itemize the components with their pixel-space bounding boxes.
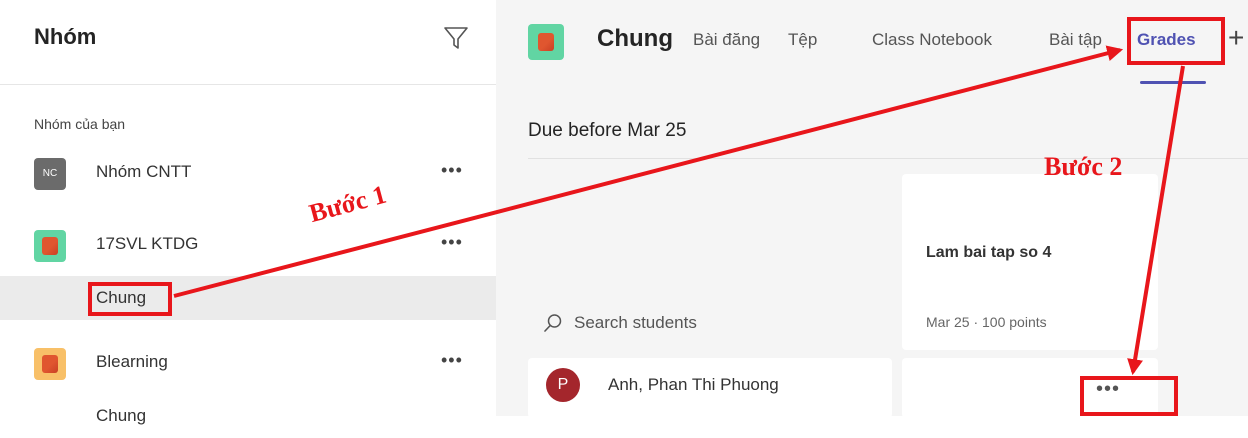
sidebar-title: Nhóm <box>34 24 97 49</box>
tab-class-notebook[interactable]: Class Notebook <box>872 30 992 50</box>
team-avatar: NC <box>34 158 66 190</box>
tab-bai-dang[interactable]: Bài đăng <box>693 30 760 50</box>
team-avatar <box>34 230 66 262</box>
team-avatar <box>528 24 564 60</box>
search-icon <box>544 314 562 332</box>
more-options-icon[interactable]: ••• <box>1096 378 1120 401</box>
assignment-column-header[interactable]: Lam bai tap so 4 Mar 25 · 100 points <box>902 174 1158 350</box>
student-row[interactable]: P Anh, Phan Thi Phuong <box>528 358 892 418</box>
teams-sidebar: Nhóm Nhóm của bạn NC Nhóm CNTT ••• 17SVL… <box>0 0 496 425</box>
active-tab-indicator <box>1140 81 1206 84</box>
team-item-nhom-cntt[interactable]: NC Nhóm CNTT ••• <box>0 148 496 202</box>
grade-cell[interactable]: ••• <box>902 358 1158 418</box>
sidebar-header: Nhóm <box>0 0 496 85</box>
team-name: Blearning <box>96 352 168 371</box>
more-options-icon[interactable]: ••• <box>441 232 463 253</box>
tab-grades[interactable]: Grades <box>1137 30 1196 50</box>
assignment-meta: Mar 25 · 100 points <box>926 314 1047 330</box>
due-label: Due before Mar 25 <box>528 120 687 141</box>
avatar: P <box>546 368 580 402</box>
tab-tep[interactable]: Tệp <box>788 30 817 50</box>
search-students[interactable] <box>542 308 872 338</box>
channel-header: Chung Bài đăng Tệp Class Notebook Bài tậ… <box>496 0 1248 92</box>
team-avatar <box>34 348 66 380</box>
assignment-title: Lam bai tap so 4 <box>926 244 1052 261</box>
main-content: Chung Bài đăng Tệp Class Notebook Bài tậ… <box>496 0 1248 418</box>
section-label: Nhóm của bạn <box>34 116 126 132</box>
more-options-icon[interactable]: ••• <box>441 350 463 371</box>
student-name: Anh, Phan Thi Phuong <box>608 375 779 394</box>
team-name: Nhóm CNTT <box>96 162 192 181</box>
search-input[interactable] <box>572 308 866 338</box>
add-tab-button[interactable]: + <box>1228 22 1244 54</box>
channel-name: Chung <box>96 406 147 425</box>
team-name: 17SVL KTDG <box>96 234 199 253</box>
team-item-17svl-ktdg[interactable]: 17SVL KTDG ••• <box>0 220 496 274</box>
tab-bai-tap[interactable]: Bài tập <box>1049 30 1102 50</box>
channel-item-chung-blearning[interactable]: Chung <box>0 394 496 438</box>
divider <box>528 158 1248 159</box>
channel-item-chung[interactable]: Chung <box>0 276 496 320</box>
filter-icon[interactable] <box>442 24 470 52</box>
channel-name: Chung <box>96 288 147 307</box>
channel-title: Chung <box>597 25 673 52</box>
team-item-blearning[interactable]: Blearning ••• <box>0 338 496 392</box>
more-options-icon[interactable]: ••• <box>441 160 463 181</box>
